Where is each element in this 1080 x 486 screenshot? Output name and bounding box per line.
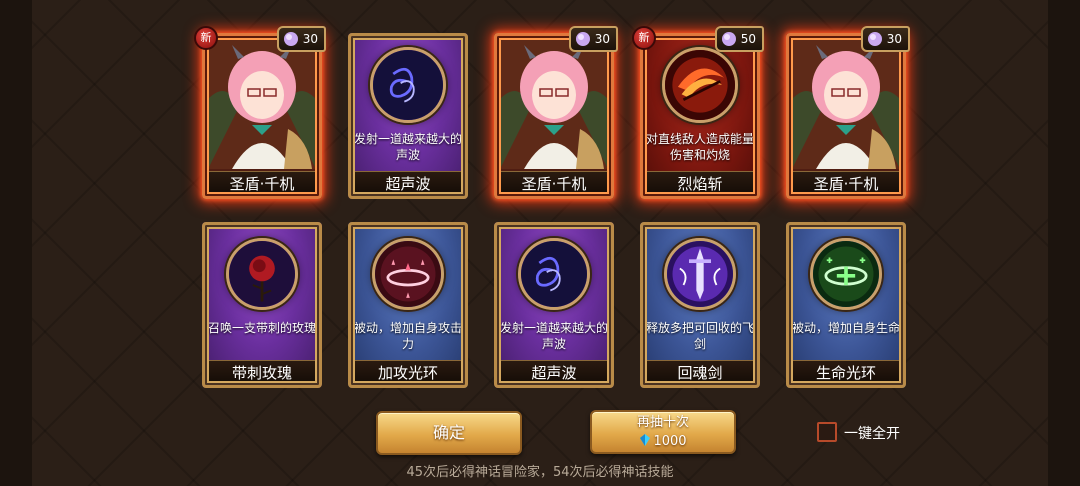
gem-icon (867, 32, 882, 46)
draw-cost-value: 1000 (653, 434, 687, 449)
card-skill-sonic-2[interactable]: 发射一道越来越大的声波 超声波 (494, 222, 614, 388)
card-skill-sonic-1[interactable]: 发射一道越来越大的声波 超声波 (348, 33, 468, 199)
card-hero-2[interactable]: 圣盾·千机 30 (494, 26, 618, 199)
card-name: 圣盾·千机 (498, 171, 610, 195)
card-name: 带刺玫瑰 (206, 360, 318, 384)
cost-value: 30 (886, 32, 902, 46)
card-name: 生命光环 (790, 360, 902, 384)
hero-portrait-art (792, 39, 900, 169)
card-skill-life-halo[interactable]: 被动，增加自身生命 生命光环 (786, 222, 906, 388)
card-desc: 释放多把可回收的飞剑 (646, 321, 755, 351)
cost-value: 30 (302, 32, 318, 46)
card-skill-attack-halo[interactable]: 被动，增加自身攻击力 加攻光环 (348, 222, 468, 388)
new-badge: 新 (632, 26, 656, 50)
confirm-button[interactable]: 确定 (376, 411, 522, 455)
cost-badge: 50 (714, 26, 764, 52)
draw-cost: 1000 (592, 433, 734, 451)
hero-portrait-art (208, 39, 316, 169)
card-desc: 对直线敌人造成能量伤害和灼烧 (646, 132, 755, 162)
hero-portrait (208, 39, 316, 169)
card-name: 超声波 (352, 171, 464, 195)
cost-badge: 30 (568, 26, 618, 52)
new-badge: 新 (194, 26, 218, 50)
cost-value: 30 (594, 32, 610, 46)
sonic-wave-icon (518, 238, 590, 310)
card-desc: 召唤一支带刺的玫瑰 (208, 321, 317, 335)
hero-portrait (792, 39, 900, 169)
card-desc: 发射一道越来越大的声波 (354, 132, 463, 162)
card-desc: 发射一道越来越大的声波 (500, 321, 609, 351)
flying-sword-icon (664, 238, 736, 310)
card-desc: 被动，增加自身生命 (792, 321, 901, 335)
card-skill-thorn-rose[interactable]: 召唤一支带刺的玫瑰 带刺玫瑰 (202, 222, 322, 388)
card-skill-flame-slash[interactable]: 对直线敌人造成能量伤害和灼烧 烈焰斩 新 50 (632, 26, 764, 199)
card-name: 加攻光环 (352, 360, 464, 384)
card-hero-1[interactable]: 圣盾·千机 新 30 (194, 26, 326, 199)
sonic-wave-icon (370, 47, 446, 123)
right-edge (1048, 0, 1080, 486)
draw-ten-again-button[interactable]: 再抽十次 1000 (590, 410, 736, 454)
hero-portrait (500, 39, 608, 169)
crystal-icon (640, 434, 651, 446)
life-halo-icon (810, 238, 882, 310)
one-key-open-label[interactable]: 一键全开 (844, 423, 900, 443)
one-key-open-checkbox[interactable] (817, 422, 837, 442)
gem-icon (721, 32, 736, 46)
card-name: 回魂剑 (644, 360, 756, 384)
card-name: 超声波 (498, 360, 610, 384)
card-name: 圣盾·千机 (206, 171, 318, 195)
cost-value: 50 (740, 32, 756, 46)
card-name: 圣盾·千机 (790, 171, 902, 195)
left-edge (0, 0, 32, 486)
flame-slash-icon (662, 47, 738, 123)
card-name: 烈焰斩 (644, 171, 756, 195)
attack-halo-icon (372, 238, 444, 310)
hero-portrait-art (500, 39, 608, 169)
card-desc: 被动，增加自身攻击力 (354, 321, 463, 351)
gem-icon (283, 32, 298, 46)
card-skill-flying-sword[interactable]: 释放多把可回收的飞剑 回魂剑 (640, 222, 760, 388)
cost-badge: 30 (276, 26, 326, 52)
draw-again-label: 再抽十次 (636, 415, 689, 430)
cost-badge: 30 (860, 26, 910, 52)
card-hero-3[interactable]: 圣盾·千机 30 (786, 26, 910, 199)
thorn-rose-icon (226, 238, 298, 310)
pity-counter-text: 45次后必得神话冒险家，54次后必得神话技能 (406, 465, 674, 480)
gem-icon (575, 32, 590, 46)
